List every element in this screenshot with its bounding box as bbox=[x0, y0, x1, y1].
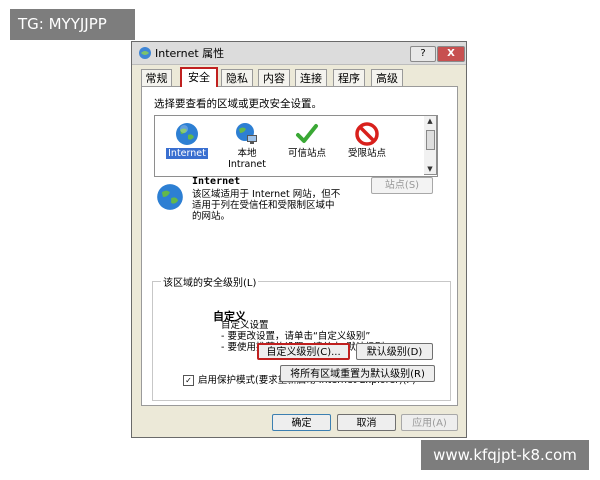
tab-connections[interactable]: 连接 bbox=[295, 69, 327, 86]
security-level-label: 该区域的安全级别(L) bbox=[161, 274, 259, 289]
zone-internet[interactable]: Internet bbox=[157, 120, 217, 172]
scroll-down-icon[interactable]: ▼ bbox=[424, 164, 436, 174]
tab-advanced[interactable]: 高级 bbox=[371, 69, 403, 86]
globe-icon bbox=[157, 184, 183, 210]
tab-privacy[interactable]: 隐私 bbox=[221, 69, 253, 86]
tab-security[interactable]: 安全 bbox=[180, 67, 218, 87]
apply-button[interactable]: 应用(A) bbox=[401, 414, 458, 431]
ok-button[interactable]: 确定 bbox=[272, 414, 331, 431]
security-level-group: 该区域的安全级别(L) 自定义 自定义设置 - 要更改设置，请单击“自定义级别”… bbox=[152, 274, 451, 401]
watermark-top: TG: MYYJJPP bbox=[10, 9, 135, 40]
zone-intranet-label: Intranet bbox=[228, 159, 266, 170]
custom-level-button[interactable]: 自定义级别(C)... bbox=[257, 343, 350, 360]
internet-options-dialog: Internet 属性 ? X 常规 安全 隐私 内容 连接 程序 高级 选择要… bbox=[131, 41, 467, 438]
cancel-button[interactable]: 取消 bbox=[337, 414, 396, 431]
zone-list-scrollbar[interactable]: ▲ ▼ bbox=[424, 115, 437, 175]
zone-internet-label: Internet bbox=[166, 148, 208, 159]
zone-local-label: 本地 bbox=[237, 148, 257, 159]
help-button[interactable]: ? bbox=[410, 46, 436, 62]
zone-trusted-sites[interactable]: 可信站点 bbox=[277, 120, 337, 172]
zone-list: Internet 本地 Intranet 可信站点 受限站点 bbox=[154, 115, 438, 177]
zone-restricted-sites[interactable]: 受限站点 bbox=[337, 120, 397, 172]
zone-restricted-label: 受限站点 bbox=[347, 148, 386, 159]
tab-general[interactable]: 常规 bbox=[141, 69, 172, 86]
select-zone-label: 选择要查看的区域或更改安全设置。 bbox=[154, 98, 322, 110]
prohibited-icon bbox=[355, 122, 379, 146]
checkmark-icon bbox=[296, 124, 318, 143]
tab-content[interactable]: 内容 bbox=[258, 69, 290, 86]
close-button[interactable]: X bbox=[437, 46, 465, 62]
scroll-thumb[interactable] bbox=[426, 130, 435, 150]
reset-all-zones-button[interactable]: 将所有区域重置为默认级别(R) bbox=[280, 365, 435, 382]
globe-icon bbox=[176, 123, 198, 145]
zone-description: 该区域适用于 Internet 网站，但不适用于列在受信任和受限制区域中的网站。 bbox=[192, 189, 341, 222]
scroll-up-icon[interactable]: ▲ bbox=[424, 116, 436, 126]
tab-programs[interactable]: 程序 bbox=[333, 69, 365, 86]
default-level-button[interactable]: 默认级别(D) bbox=[356, 343, 433, 360]
sites-button[interactable]: 站点(S) bbox=[371, 177, 433, 194]
protected-mode-checkbox[interactable]: ✓ bbox=[183, 375, 194, 386]
internet-options-icon bbox=[139, 47, 151, 59]
local-intranet-icon bbox=[236, 123, 257, 144]
zone-local-intranet[interactable]: 本地 Intranet bbox=[217, 120, 277, 172]
custom-line: - 要更改设置，请单击“自定义级别” bbox=[221, 331, 371, 342]
watermark-bottom: www.kfqjpt-k8.com bbox=[421, 440, 589, 470]
custom-line: 自定义设置 bbox=[221, 320, 269, 331]
dialog-title: Internet 属性 bbox=[155, 47, 225, 60]
zone-trusted-label: 可信站点 bbox=[287, 148, 326, 159]
title-bar: Internet 属性 ? X bbox=[132, 42, 466, 65]
zone-name: Internet bbox=[192, 176, 241, 187]
